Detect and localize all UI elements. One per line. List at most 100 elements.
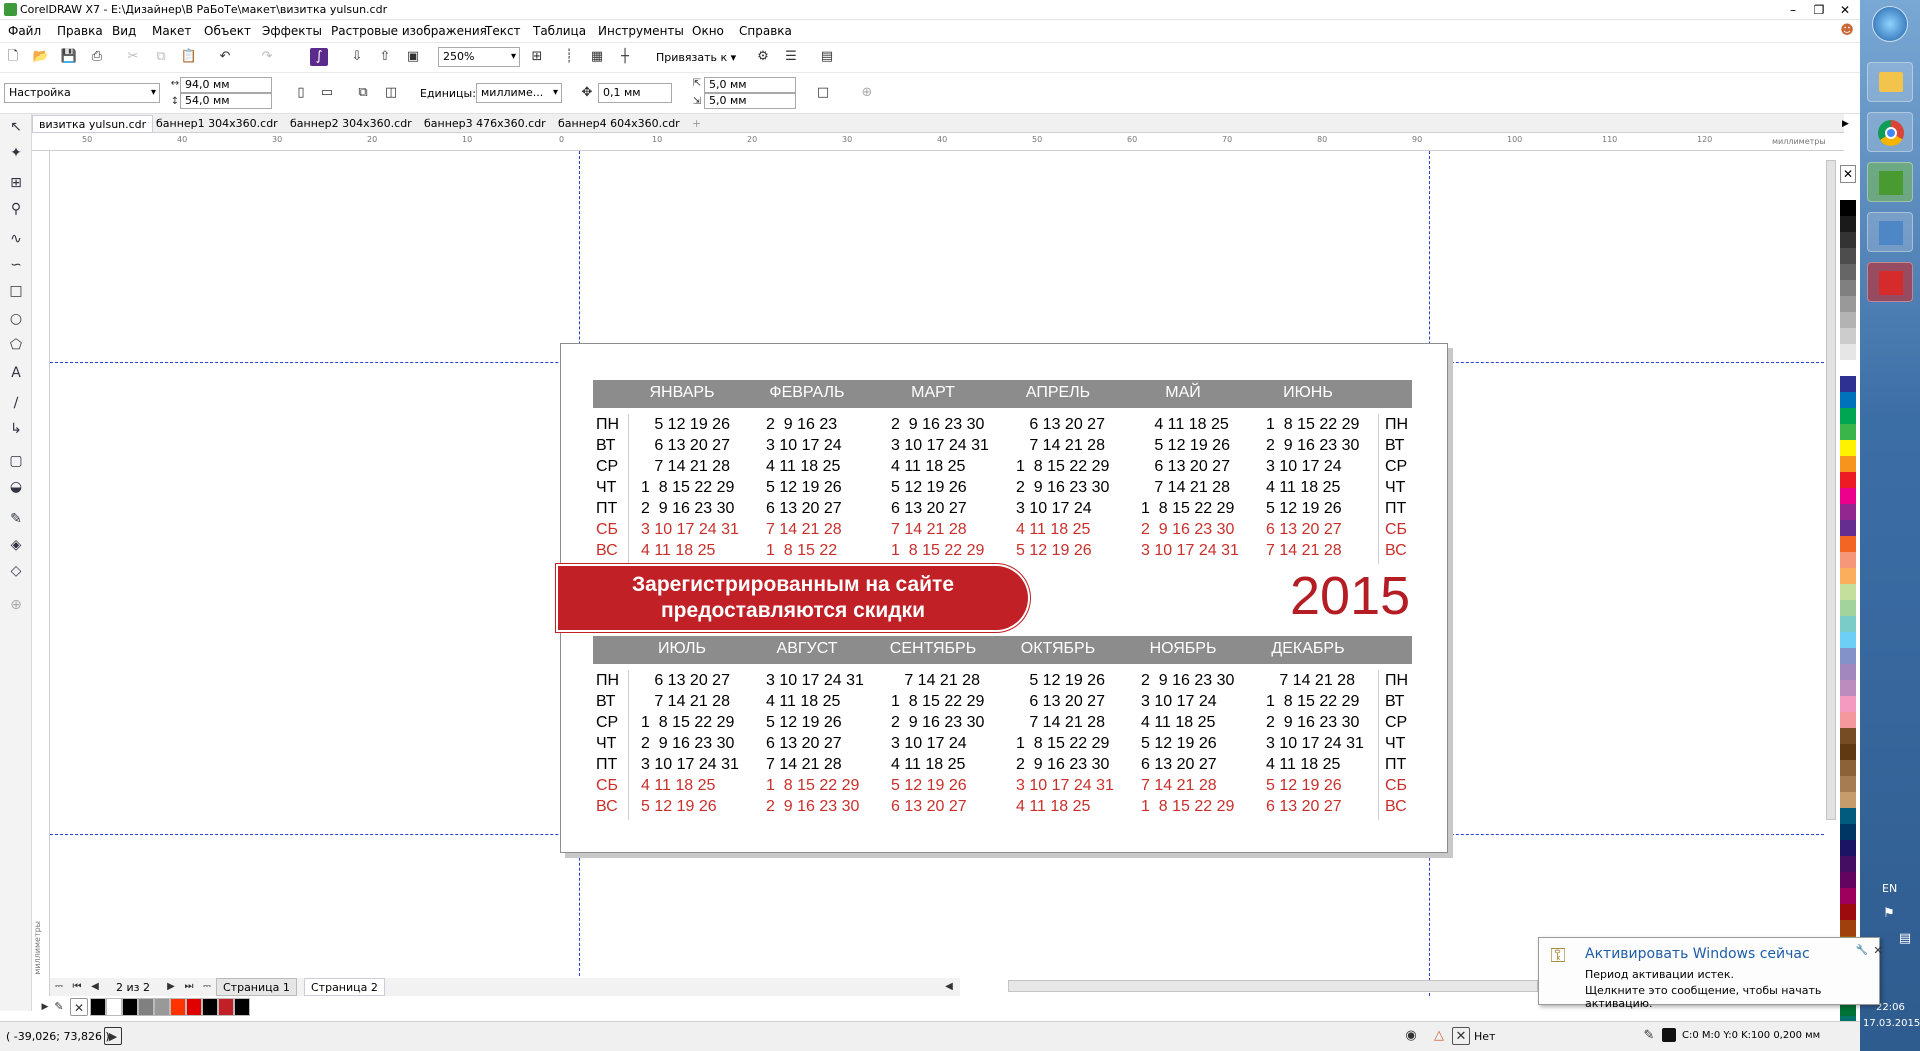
menu-window[interactable]: Окно [692,24,724,38]
palette-swatch[interactable] [1840,712,1856,728]
print-icon[interactable]: ⎙ [88,48,106,66]
chrome-taskbar-icon[interactable] [1867,112,1913,152]
palette-swatch[interactable] [1840,264,1856,280]
ellipse-tool-icon[interactable]: ○ [7,310,25,328]
all-pages-icon[interactable]: ⧉ [354,84,372,102]
action-center-icon[interactable]: ⚑ [1880,905,1898,923]
text-tool-icon[interactable]: A [7,364,25,382]
portrait-icon[interactable]: ▯ [292,84,310,102]
maximize-button[interactable]: ❐ [1806,0,1832,20]
smart-fill-icon[interactable]: ◇ [7,562,25,580]
units-dropdown[interactable]: миллиме... [476,83,562,103]
palette-swatch[interactable] [1840,824,1856,840]
palette-swatch[interactable] [1840,760,1856,776]
menu-layout[interactable]: Макет [152,24,191,38]
palette-swatch[interactable] [1840,296,1856,312]
palette-swatch[interactable] [1840,776,1856,792]
full-screen-preview-icon[interactable]: ⊞ [528,48,546,66]
minimize-button[interactable]: – [1780,0,1806,20]
page-tab-1[interactable]: Страница 1 [216,978,297,996]
polygon-tool-icon[interactable]: ⬠ [7,336,25,354]
palette-swatch[interactable] [1840,920,1856,936]
document-palette-swatch[interactable] [218,998,234,1016]
palette-swatch[interactable] [1840,440,1856,456]
capture-taskbar-icon[interactable] [1867,262,1913,302]
open-icon[interactable]: 📂 [32,48,50,66]
fill-bucket-icon[interactable]: △ [1430,1027,1448,1045]
palette-swatch[interactable] [1840,808,1856,824]
language-indicator[interactable]: EN [1882,882,1897,895]
page-tab-2[interactable]: Страница 2 [304,978,385,996]
palette-swatch[interactable] [1840,520,1856,536]
tab-banner1[interactable]: баннер1 304x360.cdr [150,115,284,133]
zoom-tool-icon[interactable]: ⚲ [7,200,25,218]
document-palette-swatch[interactable] [170,998,186,1016]
duplicate-distance-y-field[interactable]: 5,0 мм [704,93,796,109]
copy-icon[interactable]: ⧉ [152,48,170,66]
new-tab-button[interactable]: + [686,115,707,133]
document-palette-swatch[interactable] [154,998,170,1016]
palette-swatch[interactable] [1840,872,1856,888]
palette-swatch[interactable] [1840,488,1856,504]
palette-swatch[interactable] [1840,648,1856,664]
new-document-icon[interactable]: 🗋 [4,48,22,66]
export-icon[interactable]: ⇧ [376,48,394,66]
zoom-level-dropdown[interactable]: 250% [438,47,520,67]
document-palette-swatch[interactable] [234,998,250,1016]
artistic-media-icon[interactable]: ∽ [7,256,25,274]
palette-swatch[interactable] [1840,584,1856,600]
palette-swatch[interactable] [1840,408,1856,424]
document-palette-swatch[interactable] [202,998,218,1016]
horizontal-scrollbar[interactable] [1008,980,1538,992]
palette-swatch[interactable] [1840,280,1856,296]
palette-swatch[interactable] [1840,232,1856,248]
menu-text[interactable]: Текст [485,24,521,38]
menu-bitmaps[interactable]: Растровые изображения [331,24,487,38]
clock-time[interactable]: 22:06 [1876,1002,1905,1013]
transparency-tool-icon[interactable]: ◒ [7,478,25,496]
pick-tool-icon[interactable]: ↖ [7,118,25,136]
notification-close-icon[interactable]: ✕ [1869,942,1887,960]
palette-no-color[interactable]: ✕ [1840,165,1856,183]
palette-swatch[interactable] [1840,536,1856,552]
start-button[interactable] [1872,6,1908,42]
palette-swatch[interactable] [1840,184,1856,200]
coreldraw-taskbar-icon[interactable] [1867,162,1913,202]
page-preset-dropdown[interactable]: Настройка [4,83,160,103]
palette-swatch[interactable] [1840,248,1856,264]
cut-icon[interactable]: ✂ [124,48,142,66]
account-icon[interactable]: ☻ [1838,22,1856,40]
palette-swatch[interactable] [1840,472,1856,488]
close-button[interactable]: ✕ [1832,0,1858,20]
activation-notification[interactable]: ⚿ Активировать Windows сейчас Период акт… [1538,937,1883,1010]
options-icon[interactable]: ⚙ [754,48,772,66]
interactive-fill-icon[interactable]: ◈ [7,536,25,554]
document-palette-swatch[interactable] [138,998,154,1016]
palette-swatch[interactable] [1840,552,1856,568]
connector-tool-icon[interactable]: ↳ [7,420,25,438]
menu-table[interactable]: Таблица [533,24,586,38]
first-page-icon[interactable]: ⏮ [68,978,86,996]
dimension-tool-icon[interactable]: ∕ [7,394,25,412]
shadow-tool-icon[interactable]: ▢ [7,452,25,470]
document-palette-swatch[interactable] [122,998,138,1016]
application-launcher-icon[interactable]: ☰ [782,48,800,66]
palette-swatch[interactable] [1840,696,1856,712]
nudge-distance-field[interactable]: 0,1 мм [598,83,672,103]
palette-swatch[interactable] [1840,840,1856,856]
menu-view[interactable]: Вид [112,24,136,38]
network-icon[interactable]: ▤ [1896,930,1914,948]
explorer-taskbar-icon[interactable] [1867,62,1913,102]
eyedropper-tool-icon[interactable]: ✎ [7,510,25,528]
palette-swatch[interactable] [1840,376,1856,392]
menu-effects[interactable]: Эффекты [262,24,322,38]
show-rulers-icon[interactable]: ┊ [560,48,578,66]
add-property-icon[interactable]: ⊕ [858,84,876,102]
menu-object[interactable]: Объект [204,24,251,38]
tab-banner2[interactable]: баннер2 304x360.cdr [284,115,418,133]
palette-swatch[interactable] [1840,216,1856,232]
palette-swatch[interactable] [1840,360,1856,376]
palette-swatch[interactable] [1840,792,1856,808]
add-page-after-icon[interactable]: ⎓ [198,978,216,996]
palette-swatch[interactable] [1840,680,1856,696]
